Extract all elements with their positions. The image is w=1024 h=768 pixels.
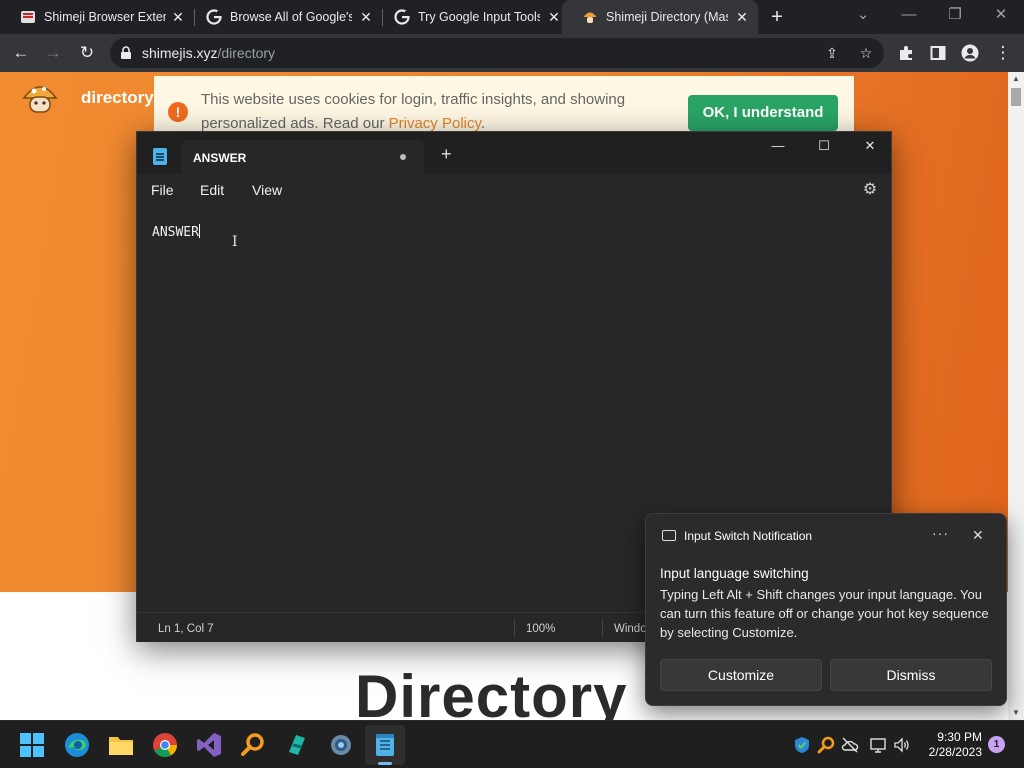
notepad-close-button[interactable]: ✕: [847, 132, 893, 160]
notepad-titlebar[interactable]: ANSWER + — ☐ ✕: [137, 132, 891, 174]
settings-app-icon[interactable]: [328, 732, 354, 758]
cookie-accept-button[interactable]: OK, I understand: [688, 95, 838, 131]
mushroom-icon: [583, 12, 597, 23]
close-icon[interactable]: ✕: [358, 9, 374, 25]
close-window-button[interactable]: ✕: [978, 0, 1024, 34]
menu-view[interactable]: View: [252, 182, 282, 198]
browser-tab-title: Shimeji Directory (Mas: [606, 10, 728, 24]
windows-start-icon[interactable]: [19, 732, 45, 758]
restore-button[interactable]: ❐: [932, 0, 978, 34]
visual-studio-icon[interactable]: [196, 732, 222, 758]
notification-body: Typing Left Alt + Shift changes your inp…: [660, 587, 989, 640]
scroll-up-arrow-icon[interactable]: ▲: [1012, 74, 1020, 83]
close-icon[interactable]: ✕: [734, 9, 750, 25]
lock-icon[interactable]: [120, 46, 132, 60]
kebab-menu-icon[interactable]: ⋮: [990, 40, 1016, 66]
status-cursor-position: Ln 1, Col 7: [158, 623, 214, 635]
browser-tab-3[interactable]: Try Google Input Tools ✕: [374, 0, 570, 34]
file-explorer-icon[interactable]: [108, 732, 134, 758]
keyboard-icon: [662, 530, 676, 541]
google-icon: [206, 9, 222, 25]
menu-edit[interactable]: Edit: [200, 182, 224, 198]
forward-arrow-icon[interactable]: →: [40, 40, 66, 66]
side-panel-icon[interactable]: [925, 40, 951, 66]
security-shield-icon[interactable]: [793, 736, 811, 754]
notepad-icon: [376, 734, 394, 756]
close-icon[interactable]: ✕: [546, 9, 562, 25]
browser-tab-2[interactable]: Browse All of Google's ✕: [186, 0, 382, 34]
dismiss-button[interactable]: Dismiss: [830, 659, 992, 691]
scrollbar-thumb[interactable]: [1011, 88, 1021, 106]
teal-app-icon[interactable]: [284, 732, 310, 758]
browser-tab-title: Shimeji Browser Extens: [44, 10, 166, 24]
clock-time: 9:30 PM: [937, 730, 982, 744]
settings-gear-icon[interactable]: ⚙: [861, 181, 879, 199]
browser-tab-1[interactable]: Shimeji Browser Extens ✕: [0, 0, 194, 34]
status-zoom: 100%: [526, 623, 556, 635]
browser-tab-title: Try Google Input Tools: [418, 10, 540, 24]
notification-title: Input language switching: [660, 566, 809, 581]
taskbar-clock[interactable]: 9:30 PM 2/28/2023: [920, 730, 982, 760]
browser-tab-title: Browse All of Google's: [230, 10, 352, 24]
new-tab-button[interactable]: +: [766, 7, 788, 29]
browser-toolbar: ← → ↻ shimejis.xyz/directory ⇪ ☆ ⋮: [0, 34, 1024, 72]
tray-search-magnifier-icon[interactable]: [817, 736, 835, 754]
bookmark-star-icon[interactable]: ☆: [856, 43, 876, 63]
chrome-browser-icon[interactable]: [152, 732, 178, 758]
more-options-icon[interactable]: ···: [932, 525, 949, 541]
tab-search-chevron-icon[interactable]: ⌄: [840, 0, 886, 34]
notification-count-badge[interactable]: 1: [988, 736, 1005, 753]
clock-date: 2/28/2023: [928, 745, 982, 759]
notepad-minimize-button[interactable]: —: [755, 132, 801, 160]
profile-avatar-icon[interactable]: [957, 40, 983, 66]
browser-tab-4-active[interactable]: Shimeji Directory (Mas ✕: [562, 0, 758, 34]
page-scrollbar[interactable]: ▲ ▼: [1008, 72, 1024, 720]
page-heading: Directory: [355, 663, 628, 720]
notepad-maximize-button[interactable]: ☐: [801, 132, 847, 160]
windows-taskbar: 9:30 PM 2/28/2023 1: [0, 720, 1024, 768]
extensions-puzzle-icon[interactable]: [893, 40, 919, 66]
status-line-ending: Windo: [614, 623, 647, 635]
search-magnifier-icon[interactable]: [240, 732, 266, 758]
back-arrow-icon[interactable]: ←: [8, 40, 34, 66]
minimize-button[interactable]: —: [886, 0, 932, 34]
cookie-banner: ! This website uses cookies for login, t…: [154, 76, 854, 138]
notepad-taskbar-button[interactable]: [365, 725, 405, 765]
status-divider: [602, 619, 603, 637]
notification-close-icon[interactable]: ✕: [972, 527, 984, 544]
notepad-tab-title: ANSWER: [193, 151, 247, 165]
speaker-volume-icon[interactable]: [893, 736, 911, 754]
input-switch-notification: Input Switch Notification ··· ✕ Input la…: [645, 513, 1007, 706]
notepad-menubar: File Edit View ⚙: [137, 174, 891, 206]
site-name[interactable]: directory: [81, 88, 154, 108]
url-text: shimejis.xyz/directory: [142, 45, 276, 61]
unsaved-dot-icon[interactable]: [400, 154, 406, 160]
privacy-policy-link[interactable]: Privacy Policy: [389, 115, 481, 132]
customize-button[interactable]: Customize: [660, 659, 822, 691]
cloud-offline-icon[interactable]: [841, 736, 859, 754]
shimeji-favicon-icon: [21, 11, 35, 23]
share-icon[interactable]: ⇪: [822, 43, 842, 63]
edge-browser-icon[interactable]: [64, 732, 90, 758]
menu-file[interactable]: File: [151, 182, 174, 198]
scroll-down-arrow-icon[interactable]: ▼: [1012, 708, 1020, 717]
notepad-app-icon: [153, 148, 167, 165]
browser-tabstrip: Shimeji Browser Extens ✕ Browse All of G…: [0, 0, 1024, 34]
notification-app-name: Input Switch Notification: [684, 529, 813, 543]
text-caret: [198, 224, 200, 238]
status-divider: [514, 619, 515, 637]
close-icon[interactable]: ✕: [170, 9, 186, 25]
notepad-content: ANSWER: [152, 224, 200, 240]
ibeam-cursor-icon: I: [232, 234, 238, 250]
notepad-new-tab-button[interactable]: +: [441, 145, 452, 163]
shimeji-logo-icon[interactable]: [22, 80, 58, 116]
google-icon: [394, 9, 410, 25]
notepad-tab[interactable]: ANSWER: [181, 140, 424, 174]
warning-icon: !: [168, 102, 188, 122]
cookie-message: This website uses cookies for login, tra…: [201, 91, 626, 132]
reload-icon[interactable]: ↻: [74, 40, 100, 66]
network-monitor-icon[interactable]: [869, 736, 887, 754]
address-bar[interactable]: shimejis.xyz/directory ⇪ ☆: [110, 38, 884, 68]
